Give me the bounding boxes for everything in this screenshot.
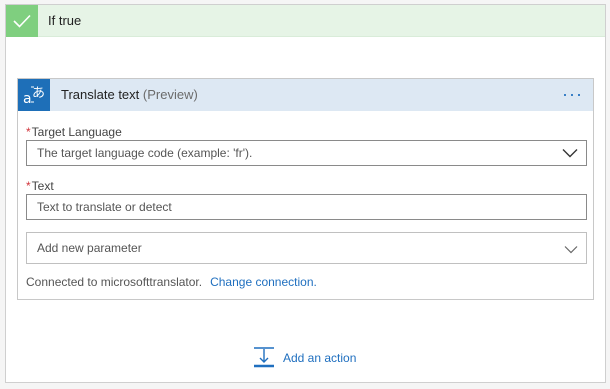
text-label: *Text [26, 179, 54, 193]
required-marker: * [26, 125, 31, 139]
text-label-text: Text [31, 179, 54, 193]
checkmark-icon [6, 5, 38, 37]
add-an-action-label: Add an action [283, 351, 357, 365]
if-true-header[interactable]: If true [6, 5, 605, 37]
action-card-header[interactable]: a あ Translate text (Preview) ··· [18, 79, 593, 111]
text-input-placeholder: Text to translate or detect [37, 200, 172, 214]
change-connection-link[interactable]: Change connection. [210, 275, 317, 289]
target-language-dropdown[interactable]: The target language code (example: 'fr')… [26, 140, 587, 166]
target-language-placeholder: The target language code (example: 'fr')… [37, 146, 253, 160]
chevron-down-icon [564, 243, 578, 257]
svg-text:a: a [23, 91, 32, 107]
if-true-title: If true [48, 13, 82, 28]
more-options-icon[interactable]: ··· [562, 79, 583, 109]
translate-text-action-card: a あ Translate text (Preview) ··· *Target… [17, 78, 594, 300]
action-title-preview: (Preview) [142, 87, 198, 102]
action-title-text: Translate text [61, 87, 140, 102]
required-marker: * [26, 179, 31, 193]
translate-icon: a あ [18, 79, 50, 111]
action-title: Translate text (Preview) [61, 79, 198, 111]
condition-branch-container: If true a あ Translate text (Preview) ···… [5, 4, 606, 383]
target-language-label: *Target Language [26, 125, 122, 139]
add-new-parameter-label: Add new parameter [37, 241, 142, 255]
connection-status: Connected to microsofttranslator. Change … [26, 275, 317, 289]
svg-text:あ: あ [32, 86, 45, 101]
target-language-label-text: Target Language [31, 125, 122, 139]
text-input[interactable]: Text to translate or detect [26, 194, 587, 220]
add-action-icon [253, 346, 275, 371]
add-an-action-button[interactable]: Add an action [253, 346, 357, 371]
add-new-parameter-dropdown[interactable]: Add new parameter [26, 232, 587, 264]
connection-text: Connected to microsofttranslator. [26, 275, 203, 289]
chevron-down-icon [562, 147, 578, 161]
